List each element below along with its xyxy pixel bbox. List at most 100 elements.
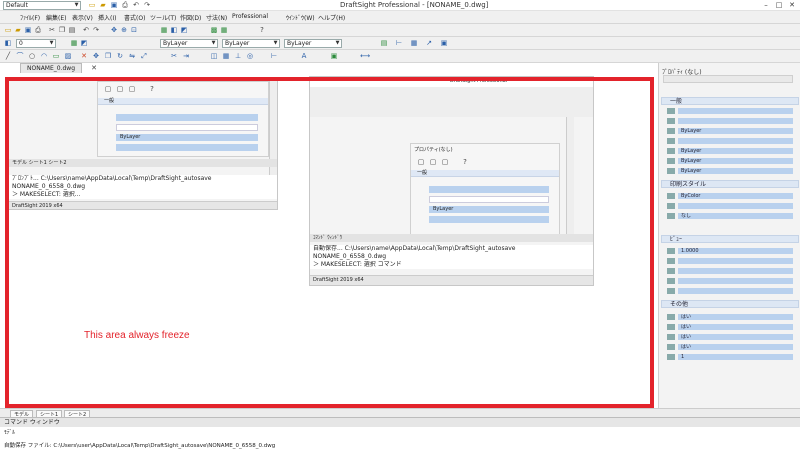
block-icon[interactable]: ▣ (440, 39, 448, 47)
layer-previous-icon[interactable]: ◩ (80, 39, 88, 47)
property-value[interactable]: ByColor (678, 193, 793, 199)
property-value[interactable] (678, 268, 793, 274)
property-value[interactable] (678, 203, 793, 209)
properties-icon[interactable]: ▦ (160, 26, 168, 34)
move-icon[interactable]: ✥ (92, 52, 100, 60)
table-style-icon[interactable]: ▦ (410, 39, 418, 47)
copy-entity-icon[interactable]: ❐ (104, 52, 112, 60)
scale-icon[interactable]: ⤢ (140, 52, 148, 60)
layer-state-icon[interactable]: ▦ (70, 39, 78, 47)
open-icon[interactable]: ▰ (14, 26, 22, 34)
property-value[interactable]: 1 (678, 354, 793, 360)
property-value[interactable]: はい (678, 334, 793, 340)
menu-dimension[interactable]: 寸法(N) (206, 13, 227, 22)
measure-icon[interactable]: ⟷ (360, 52, 370, 60)
property-value[interactable]: ByLayer (678, 128, 793, 134)
menu-insert[interactable]: 挿入(I) (98, 13, 116, 22)
hatch-icon[interactable]: ▨ (64, 52, 72, 60)
mirror-icon[interactable]: ⇋ (128, 52, 136, 60)
menu-window[interactable]: ｳｲﾝﾄﾞｳ(W) (286, 13, 315, 22)
menu-view[interactable]: 表示(V) (72, 13, 93, 22)
extend-icon[interactable]: ⇥ (182, 52, 190, 60)
property-value[interactable] (678, 138, 793, 144)
close-button[interactable]: ✕ (786, 0, 798, 10)
document-tab[interactable]: NONAME_0.dwg (20, 63, 83, 73)
redo-icon[interactable]: ↷ (143, 1, 151, 9)
erase-icon[interactable]: ✕ (80, 52, 88, 60)
menu-professional[interactable]: Professional (232, 13, 268, 20)
linetype-combo[interactable]: ByLayer ▼ (222, 39, 280, 48)
close-icon[interactable]: ✕ (90, 64, 98, 72)
cut-icon[interactable]: ✂ (48, 26, 56, 34)
menu-draw[interactable]: 作図(D) (180, 13, 201, 22)
zoom-window-icon[interactable]: ⊡ (130, 26, 138, 34)
property-value[interactable] (678, 258, 793, 264)
property-value[interactable] (678, 118, 793, 124)
rectangle-icon[interactable]: ▭ (52, 52, 60, 60)
section-general[interactable]: 一般 (661, 97, 799, 105)
ortho-icon[interactable]: ⊥ (234, 52, 242, 60)
zoom-icon[interactable]: ⊕ (120, 26, 128, 34)
insert-block-icon[interactable]: ▣ (330, 52, 338, 60)
property-value[interactable]: ByLayer (678, 168, 793, 174)
layer-manager-icon[interactable]: ◧ (4, 39, 12, 47)
section-misc[interactable]: その他 (661, 300, 799, 308)
property-value[interactable] (678, 108, 793, 114)
redo-icon[interactable]: ↷ (92, 26, 100, 34)
property-value[interactable]: ByLayer (678, 148, 793, 154)
save-icon[interactable]: ▣ (110, 1, 118, 9)
new-icon[interactable]: ▭ (4, 26, 12, 34)
undo-icon[interactable]: ↶ (82, 26, 90, 34)
dim-style-icon[interactable]: ⊢ (395, 39, 403, 47)
menu-tools[interactable]: ツール(T) (150, 13, 176, 22)
copy-icon[interactable]: ❐ (58, 26, 66, 34)
section-plot-style[interactable]: 印刷スタイル (661, 180, 799, 188)
maximize-button[interactable]: □ (773, 0, 785, 10)
property-value[interactable]: 1.0000 (678, 248, 793, 254)
menu-help[interactable]: ヘルプ(H) (318, 13, 345, 22)
snap-icon[interactable]: ◫ (210, 52, 218, 60)
style-icon[interactable]: ▤ (380, 39, 388, 47)
property-value[interactable]: はい (678, 314, 793, 320)
menu-format[interactable]: 書式(O) (124, 13, 145, 22)
undo-icon[interactable]: ↶ (132, 1, 140, 9)
line-icon[interactable]: ╱ (4, 52, 12, 60)
open-folder-icon[interactable]: ▰ (99, 1, 107, 9)
grid-icon[interactable]: ▦ (222, 52, 230, 60)
multileader-icon[interactable]: ↗ (425, 39, 433, 47)
text-icon[interactable]: A (300, 52, 308, 60)
print-icon[interactable]: ⎙ (121, 1, 129, 9)
menu-edit[interactable]: 編集(E) (46, 13, 66, 22)
property-value[interactable] (678, 288, 793, 294)
property-value[interactable]: はい (678, 344, 793, 350)
arc-icon[interactable]: ◠ (40, 52, 48, 60)
layer-combo[interactable]: 0 ▼ (16, 39, 56, 48)
new-file-icon[interactable]: ▭ (88, 1, 96, 9)
layer-icon[interactable]: ◧ (170, 26, 178, 34)
design-center-icon[interactable]: ▩ (210, 26, 218, 34)
property-value[interactable]: はい (678, 324, 793, 330)
circle-icon[interactable]: ○ (28, 52, 36, 60)
save-icon[interactable]: ▣ (24, 26, 32, 34)
tool-matrix-icon[interactable]: ▦ (220, 26, 228, 34)
pan-icon[interactable]: ✥ (110, 26, 118, 34)
polar-icon[interactable]: ◎ (246, 52, 254, 60)
menu-file[interactable]: ﾌｧｲﾙ(F) (20, 13, 40, 22)
polyline-icon[interactable]: ⌒ (16, 52, 24, 60)
lineweight-combo[interactable]: ByLayer ▼ (284, 39, 342, 48)
property-value[interactable]: なし (678, 213, 793, 219)
property-value[interactable] (678, 278, 793, 284)
property-icon (667, 193, 675, 199)
help-icon[interactable]: ? (258, 26, 266, 34)
color-combo[interactable]: ByLayer ▼ (160, 39, 218, 48)
property-value[interactable]: ByLayer (678, 158, 793, 164)
match-icon[interactable]: ◩ (180, 26, 188, 34)
dimension-icon[interactable]: ⊢ (270, 52, 278, 60)
minimize-button[interactable]: – (760, 0, 772, 10)
rotate-icon[interactable]: ↻ (116, 52, 124, 60)
section-view[interactable]: ﾋﾞｭｰ (661, 235, 799, 243)
print-icon[interactable]: ⎙ (34, 26, 42, 34)
paste-icon[interactable]: ▤ (68, 26, 76, 34)
workspace-combo[interactable]: Default ▼ (3, 1, 81, 10)
trim-icon[interactable]: ✂ (170, 52, 178, 60)
